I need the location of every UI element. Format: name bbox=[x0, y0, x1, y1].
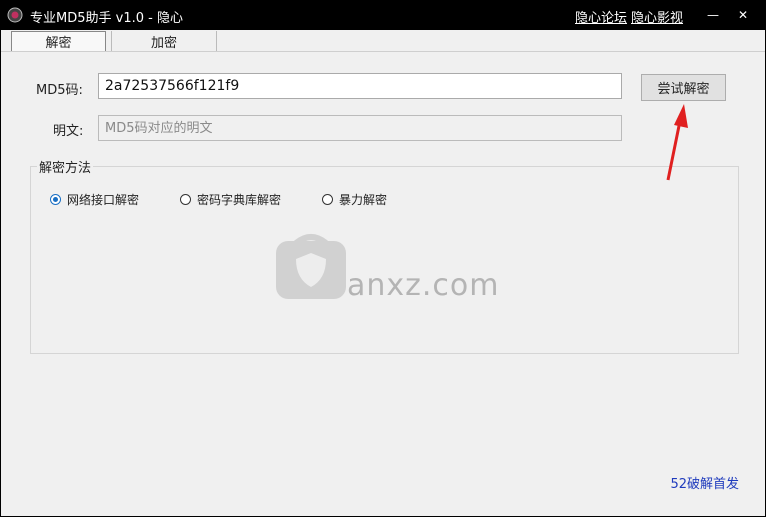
radio-dictionary-label: 密码字典库解密 bbox=[197, 193, 282, 207]
tab-divider bbox=[1, 51, 765, 52]
close-icon: ✕ bbox=[737, 8, 749, 22]
forum-link[interactable]: 隐心论坛 bbox=[575, 7, 627, 26]
watermark-text: anxz.com bbox=[347, 268, 500, 303]
tab-encrypt[interactable]: 加密 bbox=[111, 31, 217, 51]
app-logo-icon bbox=[7, 7, 23, 23]
radio-unselected-icon bbox=[180, 194, 191, 205]
radio-unselected-icon bbox=[322, 194, 333, 205]
try-decrypt-button[interactable]: 尝试解密 bbox=[641, 74, 726, 101]
radio-network-api[interactable]: 网络接口解密 bbox=[50, 191, 139, 208]
plaintext-output[interactable] bbox=[98, 115, 622, 141]
minimize-icon: — bbox=[707, 8, 719, 22]
watermark-shield-icon bbox=[276, 234, 346, 299]
decrypt-method-title: 解密方法 bbox=[37, 157, 94, 176]
md5-label: MD5码: bbox=[36, 83, 83, 98]
tab-decrypt[interactable]: 解密 bbox=[11, 31, 106, 51]
window-title: 专业MD5助手 v1.0 - 隐心 bbox=[30, 11, 183, 26]
radio-selected-icon bbox=[50, 194, 61, 205]
radio-network-api-label: 网络接口解密 bbox=[67, 193, 140, 207]
client-area: 解密 加密 MD5码: 明文: 尝试解密 解密方法 网络接口解密 密码字典库解密… bbox=[1, 30, 765, 516]
radio-brute-force[interactable]: 暴力解密 bbox=[322, 191, 387, 208]
radio-brute-force-label: 暴力解密 bbox=[339, 193, 388, 207]
footer-credit-link[interactable]: 52破解首发 bbox=[670, 473, 739, 492]
close-button[interactable]: ✕ bbox=[720, 0, 766, 30]
md5-input[interactable] bbox=[98, 73, 622, 99]
video-link[interactable]: 隐心影视 bbox=[631, 7, 683, 26]
app-window: 专业MD5助手 v1.0 - 隐心 隐心论坛 隐心影视 — ✕ 解密 加密 MD… bbox=[0, 0, 766, 517]
plaintext-label: 明文: bbox=[53, 124, 84, 139]
title-bar[interactable]: 专业MD5助手 v1.0 - 隐心 隐心论坛 隐心影视 — ✕ bbox=[0, 0, 766, 30]
radio-dictionary[interactable]: 密码字典库解密 bbox=[180, 191, 281, 208]
